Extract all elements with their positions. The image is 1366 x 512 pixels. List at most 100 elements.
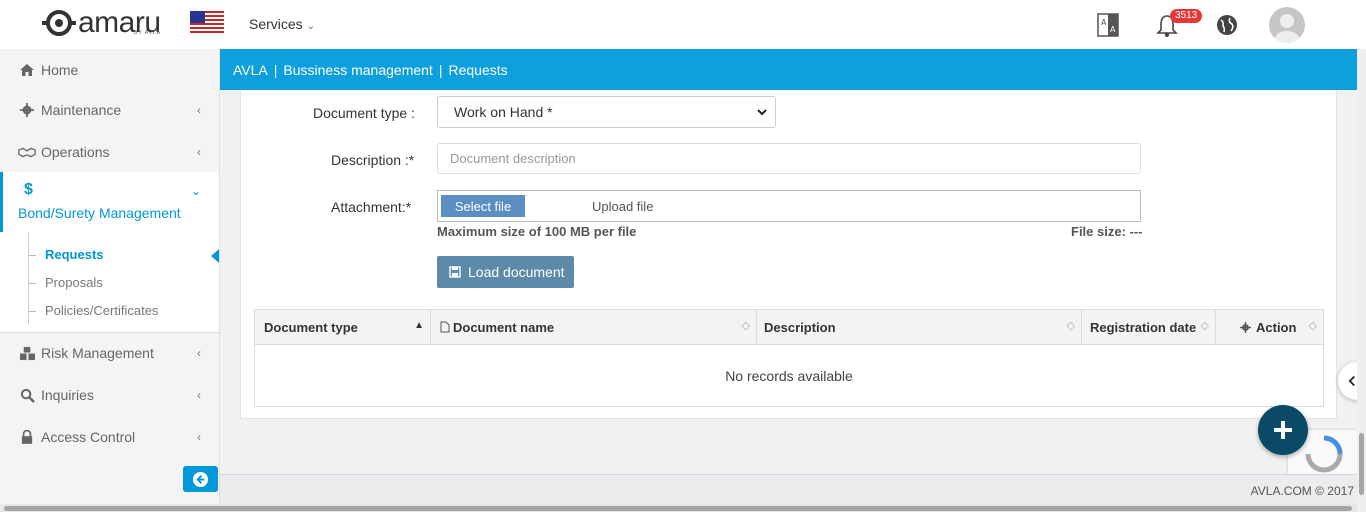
home-icon xyxy=(18,63,36,77)
footer: AVLA.COM © 2017 xyxy=(220,474,1357,504)
column-label: Document name xyxy=(453,319,555,335)
chevron-down-icon xyxy=(757,109,767,116)
services-menu[interactable]: Services ⌄ xyxy=(249,16,315,32)
upload-file-text: Upload file xyxy=(592,199,654,214)
submenu-dash xyxy=(28,283,36,284)
user-avatar[interactable] xyxy=(1269,7,1305,43)
submenu-item-policies[interactable]: Policies/Certificates xyxy=(28,303,158,318)
attachment-field[interactable]: Select file Upload file xyxy=(437,190,1141,222)
sidebar-item-bond-surety[interactable]: $ Bond/Surety Management ⌄ xyxy=(0,172,219,232)
sort-icon: ◇ xyxy=(741,320,750,332)
load-document-label: Load document xyxy=(468,264,565,280)
breadcrumb-item: Requests xyxy=(448,61,508,78)
notification-badge: 3513 xyxy=(1170,9,1203,23)
sidebar-item-maintenance[interactable]: Maintenance ‹ xyxy=(0,89,219,131)
breadcrumb-separator: | xyxy=(273,61,278,78)
us-flag-icon[interactable] xyxy=(190,11,224,35)
chevron-left-icon: ‹ xyxy=(197,103,201,117)
svg-text:A: A xyxy=(1110,25,1116,34)
handshake-icon xyxy=(18,146,36,159)
column-description[interactable]: Description ◇ xyxy=(757,310,1082,344)
translate-icon[interactable]: A A xyxy=(1097,13,1119,37)
sidebar-item-risk[interactable]: Risk Management ‹ xyxy=(0,332,219,374)
column-label: Registration date xyxy=(1090,319,1197,335)
submenu-dash xyxy=(28,311,36,312)
breadcrumb-item[interactable]: AVLA xyxy=(233,62,268,78)
request-form-panel: Document type : Work on Hand * Descripti… xyxy=(240,90,1337,419)
column-document-type[interactable]: Document type ▲ xyxy=(255,310,431,344)
column-registration-date[interactable]: Registration date ◇ xyxy=(1082,310,1216,344)
submenu-dash xyxy=(28,255,36,256)
chevron-left-icon: ‹ xyxy=(197,346,201,360)
sort-icon: ◇ xyxy=(1308,320,1317,332)
services-label: Services xyxy=(249,16,303,32)
dollar-icon: $ xyxy=(24,181,33,198)
select-file-button[interactable]: Select file xyxy=(441,195,525,217)
attachment-label: Attachment:* xyxy=(331,199,412,215)
load-document-button[interactable]: Load document xyxy=(437,256,574,288)
file-icon xyxy=(440,321,450,333)
file-size-text: File size: --- xyxy=(1071,224,1143,239)
add-fab-button[interactable] xyxy=(1258,405,1308,455)
column-label: Description xyxy=(764,319,836,335)
sidebar: Home Maintenance ‹ Operations ‹ $ Bond/S… xyxy=(0,49,220,512)
chevron-left-icon: ‹ xyxy=(197,145,201,159)
vertical-scrollbar[interactable] xyxy=(1357,49,1366,512)
chevron-down-icon: ⌄ xyxy=(190,184,201,198)
sort-asc-icon: ▲ xyxy=(414,320,424,331)
cubes-icon xyxy=(18,346,36,361)
sidebar-item-home[interactable]: Home xyxy=(0,49,219,91)
column-document-name[interactable]: Document name ◇ xyxy=(431,310,757,344)
submenu-label: Proposals xyxy=(45,275,103,290)
copyright-text: AVLA.COM © 2017 xyxy=(1250,484,1354,498)
sidebar-item-label: Bond/Surety Management xyxy=(18,205,181,221)
sort-icon: ◇ xyxy=(1066,320,1075,332)
max-size-hint: Maximum size of 100 MB per file xyxy=(437,224,637,239)
globe-icon[interactable] xyxy=(1216,14,1238,36)
sidebar-item-inquiries[interactable]: Inquiries ‹ xyxy=(0,374,219,416)
documents-table: Document type ▲ Document name ◇ Descript… xyxy=(254,309,1324,407)
sidebar-item-label: Risk Management xyxy=(41,345,154,361)
column-label: Action xyxy=(1256,319,1297,335)
table-header: Document type ▲ Document name ◇ Descript… xyxy=(255,310,1323,345)
top-bar: amaru BY AVLA Services ⌄ A A 3513 xyxy=(0,0,1366,49)
logo-subtitle: BY AVLA xyxy=(134,30,162,36)
empty-table-message: No records available xyxy=(725,368,853,384)
chevron-left-icon: ‹ xyxy=(197,430,201,444)
gear-icon xyxy=(1240,321,1251,333)
breadcrumb: AVLA | Bussiness management | Requests xyxy=(220,49,1357,90)
horizontal-scrollbar[interactable] xyxy=(0,504,1357,512)
submenu-item-proposals[interactable]: Proposals xyxy=(28,275,103,290)
gear-icon xyxy=(18,103,36,117)
sidebar-item-label: Access Control xyxy=(41,429,136,445)
document-type-label: Document type : xyxy=(313,105,415,121)
column-action[interactable]: Action ◇ xyxy=(1216,310,1323,344)
chevron-left-icon xyxy=(1348,375,1355,387)
sidebar-item-access-control[interactable]: Access Control ‹ xyxy=(0,416,219,458)
sidebar-item-label: Operations xyxy=(41,144,110,160)
user-icon xyxy=(1274,14,1300,43)
recaptcha-icon xyxy=(1305,435,1343,473)
submenu-item-requests[interactable]: Requests xyxy=(28,247,104,262)
search-icon xyxy=(18,388,36,403)
svg-text:A: A xyxy=(1101,18,1107,27)
description-input[interactable]: Document description xyxy=(437,143,1141,174)
submenu-label: Requests xyxy=(45,247,104,262)
sidebar-item-label: Maintenance xyxy=(41,102,122,118)
sidebar-item-operations[interactable]: Operations ‹ xyxy=(0,131,219,173)
vertical-scrollbar-thumb[interactable] xyxy=(1359,433,1364,495)
arrow-left-circle-icon xyxy=(192,471,209,487)
breadcrumb-separator: | xyxy=(438,61,443,78)
breadcrumb-item[interactable]: Bussiness management xyxy=(283,62,432,78)
collapse-sidebar-button[interactable] xyxy=(183,466,218,492)
horizontal-scrollbar-thumb[interactable] xyxy=(4,506,1352,511)
chevron-left-icon: ‹ xyxy=(197,388,201,402)
document-type-select[interactable]: Work on Hand * xyxy=(437,96,776,128)
description-label: Description :* xyxy=(331,152,415,168)
bond-submenu: Requests Proposals Policies/Certificates xyxy=(0,232,219,333)
sidebar-item-label: Home xyxy=(41,62,79,78)
save-icon xyxy=(449,266,461,278)
lock-icon xyxy=(18,430,36,444)
chevron-down-icon: ⌄ xyxy=(306,21,315,32)
sidebar-item-label: Inquiries xyxy=(41,387,94,403)
